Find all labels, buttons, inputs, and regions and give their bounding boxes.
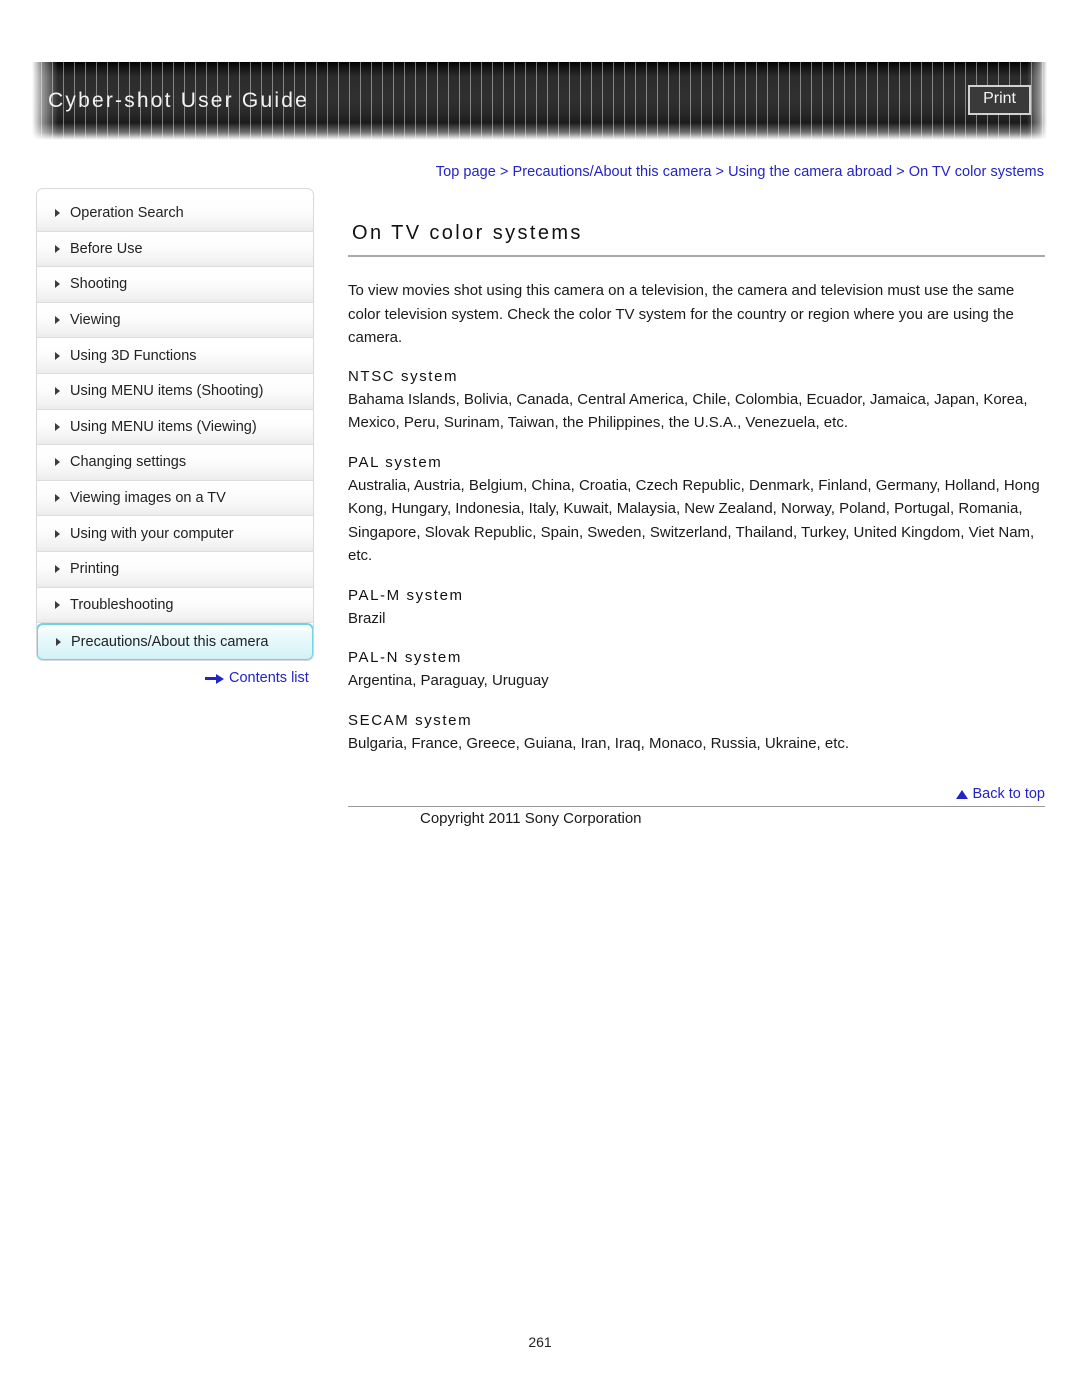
breadcrumb-text[interactable]: Top page > Precautions/About this camera…	[436, 164, 1044, 180]
sidebar-item-label: Using with your computer	[70, 525, 234, 542]
copyright-text: Copyright 2011 Sony Corporation	[420, 810, 642, 827]
sidebar-item-label: Using MENU items (Viewing)	[70, 418, 257, 435]
sidebar-item-label: Changing settings	[70, 454, 187, 471]
breadcrumb[interactable]: Top page > Precautions/About this camera…	[369, 164, 1044, 180]
triangle-right-icon	[55, 529, 60, 538]
back-to-top-link[interactable]: Back to top	[348, 786, 1045, 802]
intro-paragraph: To view movies shot using this camera on…	[348, 282, 1015, 346]
site-header: Cyber-shot User Guide Print	[32, 62, 1047, 140]
sidebar-item-viewing-images-on-a-tv[interactable]: Viewing images on a TV	[37, 480, 313, 517]
sidebar-item-label: Viewing images on a TV	[70, 490, 226, 507]
triangle-right-icon	[55, 422, 60, 431]
section-body: Brazil	[348, 609, 386, 627]
sidebar-item-label: Using 3D Functions	[70, 347, 197, 364]
sidebar-item-using-menu-items-shooting[interactable]: Using MENU items (Shooting)	[37, 373, 313, 410]
header-banner-stripes: Cyber-shot User Guide Print	[32, 62, 1047, 140]
sidebar-item-label: Printing	[70, 561, 120, 578]
sidebar-item-label: Troubleshooting	[70, 596, 174, 613]
print-button[interactable]: Print	[968, 85, 1031, 116]
section-body: Bulgaria, France, Greece, Guiana, Iran, …	[348, 734, 850, 752]
sidebar-item-label: Before Use	[70, 240, 143, 257]
triangle-right-icon	[55, 351, 60, 360]
section-heading: PAL-N system	[348, 649, 462, 666]
sidebar-item-label: Using MENU items (Shooting)	[70, 383, 264, 400]
sidebar-item-viewing[interactable]: Viewing	[37, 302, 313, 339]
contents-list-label: Contents list	[229, 670, 309, 686]
section-body: Bahama Islands, Bolivia, Canada, Central…	[348, 390, 1028, 432]
sidebar-item-label: Precautions/About this camera	[71, 634, 269, 651]
contents-list-link[interactable]: Contents list	[205, 670, 309, 686]
page-number: 261	[528, 1334, 552, 1350]
triangle-up-icon	[956, 790, 969, 799]
section-heading: NTSC system	[348, 367, 459, 385]
sidebar-item-using-3d-functions[interactable]: Using 3D Functions	[37, 338, 313, 374]
footer-divider	[348, 806, 1045, 807]
triangle-right-icon	[55, 494, 60, 503]
arrow-right-icon	[205, 673, 225, 684]
triangle-right-icon	[55, 209, 60, 218]
section-pal: PAL system Australia, Austria, Belgium, …	[348, 454, 1045, 568]
sidebar-item-precautions-about-this-camera[interactable]: Precautions/About this camera	[37, 623, 313, 661]
section-heading: PAL-M system	[348, 586, 464, 604]
section-pal-m: PAL-M system Brazil	[348, 587, 1045, 631]
sidebar-item-shooting[interactable]: Shooting	[37, 267, 313, 303]
triangle-right-icon	[56, 638, 61, 647]
section-body: Australia, Austria, Belgium, China, Croa…	[348, 476, 1040, 565]
sidebar-item-before-use[interactable]: Before Use	[37, 231, 313, 268]
triangle-right-icon	[55, 387, 60, 396]
main-content: On TV color systems To view movies shot …	[348, 222, 1045, 755]
sidebar-item-troubleshooting[interactable]: Troubleshooting	[37, 587, 313, 624]
section-heading: PAL system	[348, 453, 443, 471]
heading-divider	[348, 255, 1045, 257]
sidebar-item-label: Shooting	[70, 276, 128, 293]
section-pal-n: PAL-N system Argentina, Paraguay, Urugua…	[348, 649, 1045, 693]
triangle-right-icon	[55, 244, 60, 253]
back-to-top-label: Back to top	[972, 786, 1045, 802]
site-title: Cyber-shot User Guide	[48, 89, 309, 112]
triangle-right-icon	[55, 280, 60, 289]
sidebar-item-label: Viewing	[70, 312, 121, 329]
triangle-right-icon	[55, 565, 60, 574]
sidebar-nav: Operation Search Before Use Shooting Vie…	[36, 188, 314, 662]
triangle-right-icon	[55, 316, 60, 325]
sidebar-item-changing-settings[interactable]: Changing settings	[37, 445, 313, 481]
triangle-right-icon	[55, 458, 60, 467]
section-ntsc: NTSC system Bahama Islands, Bolivia, Can…	[348, 368, 1045, 435]
page-title: On TV color systems	[352, 222, 583, 244]
sidebar-item-operation-search[interactable]: Operation Search	[37, 196, 313, 232]
section-body: Argentina, Paraguay, Uruguay	[348, 672, 549, 689]
sidebar-item-using-with-your-computer[interactable]: Using with your computer	[37, 516, 313, 552]
section-secam: SECAM system Bulgaria, France, Greece, G…	[348, 712, 1045, 756]
sidebar-item-printing[interactable]: Printing	[37, 551, 313, 588]
triangle-right-icon	[55, 600, 60, 609]
section-heading: SECAM system	[348, 711, 473, 729]
sidebar-item-using-menu-items-viewing[interactable]: Using MENU items (Viewing)	[37, 409, 313, 446]
sidebar-item-label: Operation Search	[70, 205, 184, 222]
